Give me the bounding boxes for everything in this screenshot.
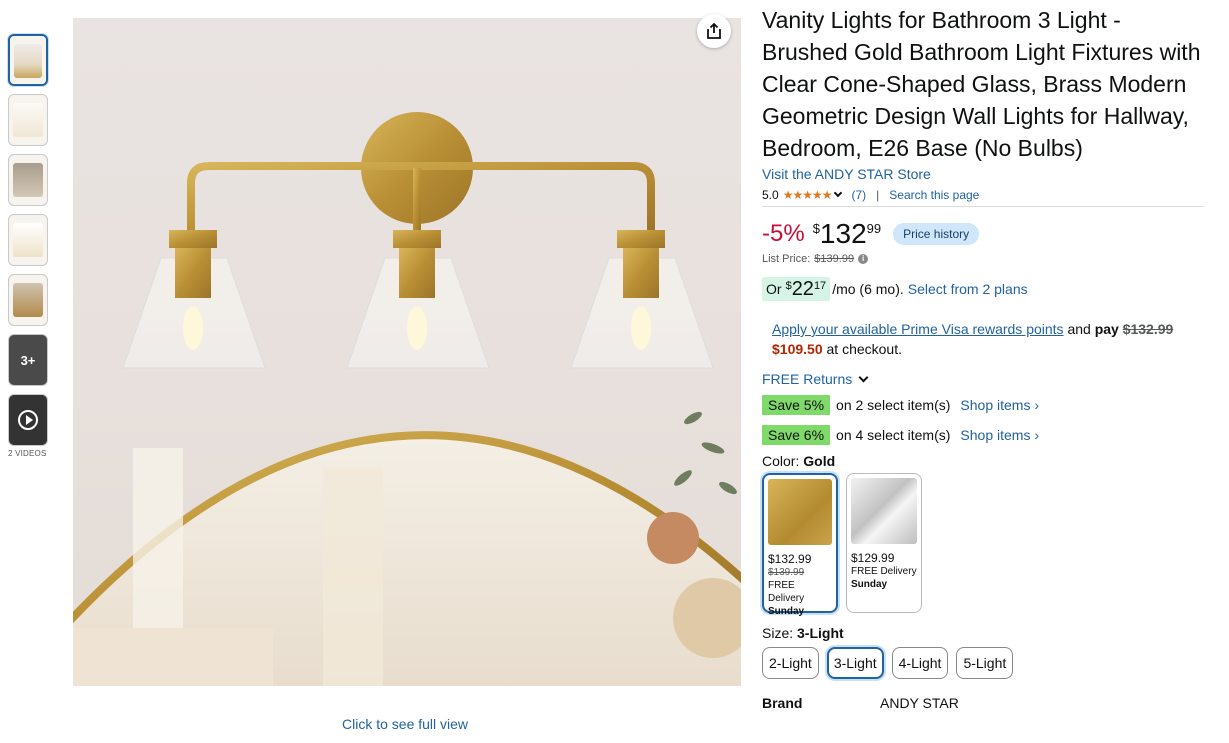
- color-label-row: Color: Gold: [762, 453, 1204, 469]
- swatch-delivery-day: Sunday: [768, 606, 805, 617]
- installment-fraction: 17: [813, 280, 827, 292]
- prime-new-price: $109.50: [772, 341, 823, 357]
- prime-suffix: at checkout.: [826, 341, 903, 357]
- info-icon[interactable]: i: [858, 254, 869, 264]
- swatch-delivery: FREE Delivery: [851, 566, 917, 577]
- color-option-gold[interactable]: $132.99 $139.99 FREE Delivery Sunday: [762, 473, 838, 617]
- brand-value: ANDY STAR: [880, 695, 959, 711]
- main-product-image[interactable]: [73, 18, 741, 686]
- thumbnail-3[interactable]: [8, 154, 48, 206]
- installment-row: Or $ 22 17 /mo (6 mo). Select from 2 pla…: [762, 277, 1204, 301]
- current-price: $ 132 99: [812, 218, 882, 249]
- color-value: Gold: [803, 453, 836, 469]
- swatch-price: $132.99: [768, 552, 812, 566]
- list-price-row: List Price: $139.99 i: [762, 253, 1204, 265]
- thumbnail-5[interactable]: [8, 274, 48, 326]
- price-whole: 132: [819, 218, 867, 249]
- brand-key: Brand: [762, 695, 803, 711]
- installment-prefix: Or: [766, 281, 782, 297]
- thumbnail-1[interactable]: [8, 34, 48, 86]
- color-option-chrome[interactable]: $129.99 FREE Delivery Sunday: [846, 473, 922, 613]
- thumbnail-4[interactable]: [8, 214, 48, 266]
- brand-row: Brand ANDY STAR: [762, 695, 1204, 711]
- price-currency: $: [812, 221, 820, 236]
- thumbnail-2[interactable]: [8, 94, 48, 146]
- price-row: -5% $ 132 99 Price history: [762, 218, 1204, 249]
- size-option-3-light[interactable]: 3-Light: [826, 647, 884, 679]
- separator: |: [876, 188, 880, 202]
- gold-swatch-image: [768, 479, 832, 545]
- swatch-old-price: $139.99: [768, 567, 805, 578]
- rating-value: 5.0: [762, 188, 779, 202]
- price-history-button[interactable]: Price history: [893, 223, 980, 245]
- swatch-delivery: FREE Delivery: [768, 580, 805, 604]
- select-plans-link[interactable]: Select from 2 plans: [908, 281, 1028, 297]
- save-badge: Save 6%: [762, 425, 831, 445]
- size-options: 2-Light 3-Light 4-Light 5-Light: [762, 647, 1204, 679]
- prime-and-text: and: [1067, 321, 1091, 337]
- thumbnail-strip: 3+ 2 VIDEOS: [8, 34, 50, 458]
- rating-count-link[interactable]: (7): [851, 188, 866, 202]
- list-price-value: $139.99: [814, 253, 855, 265]
- size-value: 3-Light: [797, 625, 844, 641]
- videos-count-label: 2 VIDEOS: [8, 449, 47, 458]
- video-thumbnail[interactable]: [8, 394, 48, 446]
- play-icon: [18, 410, 38, 430]
- chrome-swatch-image: [851, 478, 917, 544]
- size-label-row: Size: 3-Light: [762, 625, 1204, 641]
- savings-text: on 2 select item(s): [836, 397, 951, 413]
- share-icon: [707, 22, 721, 39]
- product-details: Vanity Lights for Bathroom 3 Light - Bru…: [762, 4, 1204, 711]
- savings-row: Save 6% on 4 select item(s) Shop items ›: [762, 425, 1204, 445]
- rating-row: 5.0 ★★★★★ (7) | Search this page: [762, 188, 1204, 202]
- size-option-5-light[interactable]: 5-Light: [956, 647, 1014, 679]
- size-label: Size:: [762, 625, 794, 641]
- installment-term: /mo (6 mo).: [832, 281, 904, 297]
- size-option-4-light[interactable]: 4-Light: [891, 647, 949, 679]
- more-images-thumbnail[interactable]: 3+: [8, 334, 48, 386]
- free-returns-label: FREE Returns: [762, 371, 853, 387]
- search-page-link[interactable]: Search this page: [889, 188, 979, 202]
- free-returns-link[interactable]: FREE Returns: [762, 371, 1204, 387]
- shop-items-link[interactable]: Shop items ›: [960, 427, 1039, 443]
- savings-text: on 4 select item(s): [836, 427, 951, 443]
- color-swatches: $132.99 $139.99 FREE Delivery Sunday $12…: [762, 473, 1204, 617]
- installment-price: Or $ 22 17: [762, 277, 831, 301]
- divider: [762, 206, 1204, 207]
- share-button[interactable]: [697, 14, 731, 48]
- chevron-down-icon: [858, 372, 869, 382]
- savings-row: Save 5% on 2 select item(s) Shop items ›: [762, 395, 1204, 415]
- prime-old-price: $132.99: [1122, 321, 1174, 337]
- prime-rewards-link[interactable]: Apply your available Prime Visa rewards …: [772, 321, 1064, 337]
- swatch-delivery-day: Sunday: [851, 579, 888, 590]
- discount-percent: -5%: [762, 220, 805, 247]
- swatch-price: $129.99: [851, 551, 895, 565]
- color-label: Color:: [762, 453, 800, 469]
- full-view-link[interactable]: Click to see full view: [342, 716, 468, 732]
- chevron-down-icon[interactable]: [834, 188, 843, 198]
- save-badge: Save 5%: [762, 395, 831, 415]
- vanity-light-illustration: [73, 112, 741, 686]
- prime-visa-offer: Apply your available Prime Visa rewards …: [772, 319, 1204, 359]
- size-option-2-light[interactable]: 2-Light: [762, 647, 819, 679]
- shop-items-link[interactable]: Shop items ›: [960, 397, 1039, 413]
- product-title: Vanity Lights for Bathroom 3 Light - Bru…: [762, 7, 1201, 161]
- price-fraction: 99: [866, 221, 882, 236]
- store-link[interactable]: Visit the ANDY STAR Store: [762, 166, 1204, 182]
- installment-whole: 22: [791, 278, 814, 300]
- list-price-label: List Price:: [762, 253, 811, 265]
- prime-pay-text: pay: [1094, 321, 1119, 337]
- star-rating-icon[interactable]: ★★★★★: [783, 188, 833, 202]
